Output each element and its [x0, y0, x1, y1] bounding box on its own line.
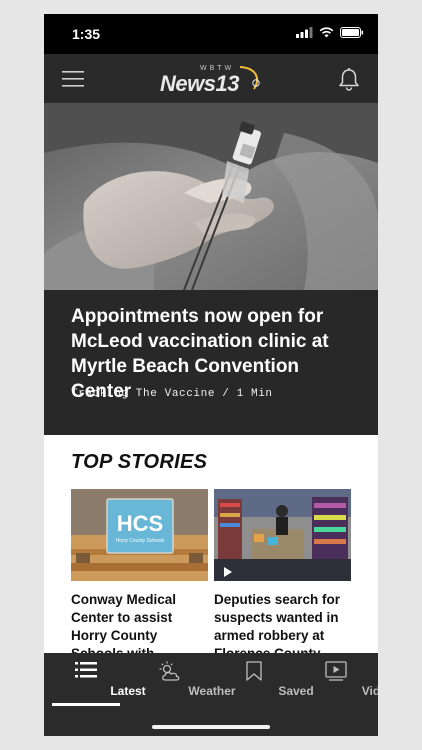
vaccine-syringe-photo	[44, 103, 378, 290]
hero-meta: Tracking The Vaccine / 1 Min	[71, 388, 273, 400]
hcs-logo-text: HCS	[117, 511, 163, 536]
weather-icon	[159, 661, 180, 681]
cellular-signal-icon	[296, 27, 313, 38]
app-header: WBTW News13	[44, 54, 378, 103]
tab-video[interactable]: Video	[294, 653, 378, 709]
story-thumbnail[interactable]	[214, 489, 351, 581]
tab-weather[interactable]: Weather	[128, 653, 236, 709]
top-stories-section: TOP STORIES HCS Horry County Schools Con…	[44, 435, 378, 653]
story-card[interactable]: HCS Horry County Schools Conway Medical …	[71, 489, 208, 653]
phone-screen: 1:35 WBTW News13 Appointments now open f…	[44, 14, 378, 736]
battery-icon	[340, 27, 364, 38]
tab-latest[interactable]: Latest	[44, 653, 146, 709]
story-title[interactable]: Conway Medical Center to assist Horry Co…	[71, 591, 208, 653]
store-surveillance-video	[214, 489, 351, 581]
bottom-tab-bar: Latest Weather Saved Vid	[44, 653, 378, 736]
status-time: 1:35	[72, 26, 101, 42]
tab-saved[interactable]: Saved	[212, 653, 314, 709]
hamburger-menu-icon[interactable]	[62, 70, 84, 88]
latest-list-icon	[75, 662, 97, 678]
hcs-subtitle-text: Horry County Schools	[116, 538, 165, 544]
hero-article[interactable]: Appointments now open for McLeod vaccina…	[44, 290, 378, 435]
status-bar: 1:35	[44, 14, 378, 54]
bookmark-icon	[246, 661, 262, 681]
status-icons	[296, 27, 364, 38]
story-title[interactable]: Deputies search for suspects wanted in a…	[214, 591, 351, 653]
section-title: TOP STORIES	[71, 451, 208, 473]
tab-label: Video	[361, 684, 378, 698]
hcs-classroom-photo: HCS Horry County Schools	[71, 489, 208, 581]
home-indicator[interactable]	[152, 725, 270, 729]
story-card[interactable]: Deputies search for suspects wanted in a…	[214, 489, 351, 653]
news13-logo[interactable]: WBTW News13	[160, 62, 264, 96]
video-play-icon	[325, 661, 347, 681]
story-thumbnail[interactable]: HCS Horry County Schools	[71, 489, 208, 581]
active-tab-indicator	[52, 703, 120, 706]
logo-swoosh-icon	[239, 66, 260, 90]
hero-image[interactable]	[44, 103, 378, 290]
bell-icon[interactable]	[338, 67, 360, 91]
wifi-icon	[319, 27, 334, 38]
